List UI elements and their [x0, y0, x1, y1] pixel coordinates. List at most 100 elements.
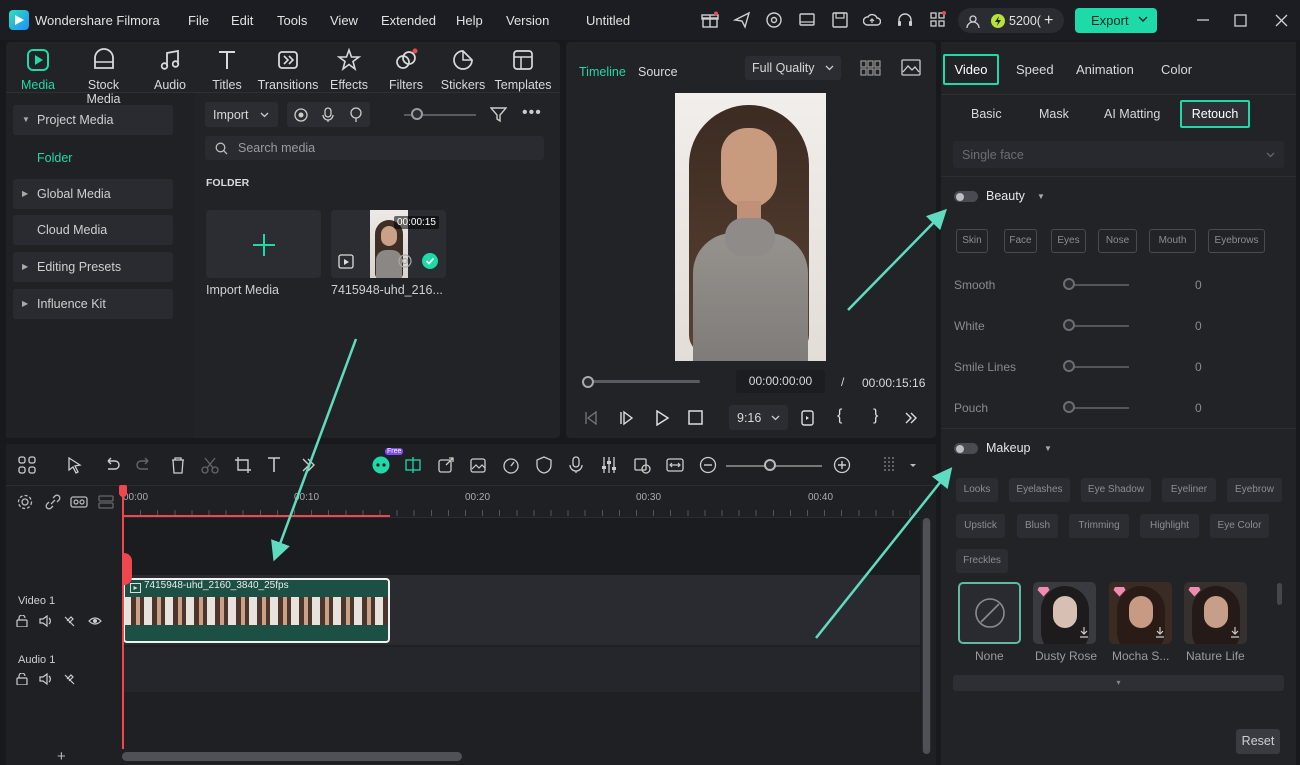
save-icon[interactable] [831, 11, 849, 29]
lock-icon[interactable] [16, 673, 28, 685]
image-edit-icon[interactable] [469, 456, 487, 474]
timeline-settings-icon[interactable] [17, 494, 33, 510]
quality-dropdown[interactable]: Full Quality [745, 56, 841, 80]
filter-icon[interactable] [490, 106, 507, 123]
mute-effects-icon[interactable] [63, 673, 76, 685]
tool-audio[interactable]: Audio [140, 48, 200, 92]
tool-titles[interactable]: Titles [197, 48, 257, 92]
fit-timeline-icon[interactable] [666, 456, 684, 474]
zoom-slider[interactable] [764, 459, 776, 471]
record-icon[interactable] [294, 107, 308, 122]
mute-effects-icon[interactable] [63, 615, 76, 627]
beauty-chip-eyes[interactable]: Eyes [1051, 229, 1086, 253]
mark-out-icon[interactable]: } [873, 407, 878, 425]
aspect-ratio-dropdown[interactable]: 9:16 [729, 405, 788, 430]
motion-track-icon[interactable] [633, 456, 651, 474]
subtab-ai-matting[interactable]: AI Matting [1104, 107, 1160, 121]
sidebar-item-folder[interactable]: Folder [37, 151, 72, 165]
import-media-tile[interactable] [206, 210, 321, 278]
reset-button[interactable]: Reset [1236, 729, 1280, 754]
preset-nature-life[interactable] [1184, 582, 1247, 644]
tab-source[interactable]: Source [638, 65, 678, 79]
cloud-upload-icon[interactable] [863, 11, 881, 29]
unlink-icon[interactable] [45, 494, 61, 510]
delete-icon[interactable] [169, 456, 187, 474]
close-icon[interactable] [1275, 14, 1288, 27]
crop-icon[interactable] [234, 456, 252, 474]
expand-presets-bar[interactable]: ▾ [953, 675, 1284, 691]
makeup-chip-blush[interactable]: Blush [1017, 514, 1058, 538]
makeup-chip-highlight[interactable]: Highlight [1140, 514, 1199, 538]
send-icon[interactable] [733, 11, 751, 29]
mark-in-icon[interactable]: { [837, 407, 842, 425]
menu-tools[interactable]: Tools [277, 13, 307, 28]
white-slider[interactable] [1063, 319, 1075, 331]
sidebar-item-influence-kit[interactable]: ▶ Influence Kit [13, 289, 173, 319]
preset-mocha[interactable] [1109, 582, 1172, 644]
makeup-chip-eyeliner[interactable]: Eyeliner [1162, 478, 1216, 502]
play-next-frame-icon[interactable] [619, 410, 635, 426]
beauty-chip-face[interactable]: Face [1004, 229, 1037, 253]
display-mode-icon[interactable] [801, 410, 814, 426]
auto-beat-icon[interactable] [404, 456, 422, 474]
timeline-vertical-scrollbar[interactable] [922, 518, 931, 754]
menu-help[interactable]: Help [456, 13, 483, 28]
gift-icon[interactable] [701, 11, 719, 29]
tool-filters[interactable]: Filters [376, 48, 436, 92]
playhead-line[interactable] [122, 486, 124, 749]
apps-grid-icon[interactable] [929, 11, 947, 29]
beauty-chip-nose[interactable]: Nose [1098, 229, 1137, 253]
makeup-caret-icon[interactable]: ▼ [1044, 444, 1052, 453]
smooth-slider[interactable] [1063, 278, 1075, 290]
ai-mate-icon[interactable] [371, 455, 391, 475]
playhead-trim-handle[interactable] [122, 553, 132, 585]
stop-icon[interactable] [688, 410, 703, 425]
import-dropdown[interactable]: Import [205, 102, 278, 127]
makeup-chip-eyebrow[interactable]: Eyebrow [1227, 478, 1282, 502]
audio-mixer-icon[interactable] [600, 456, 618, 474]
subtab-mask[interactable]: Mask [1039, 107, 1069, 121]
track-manager-icon[interactable] [98, 494, 114, 510]
video-preview[interactable] [675, 93, 826, 361]
headset-icon[interactable] [896, 11, 914, 29]
track-settings-icon[interactable] [881, 456, 899, 474]
tool-transitions[interactable]: Transitions [256, 48, 320, 92]
sidebar-item-editing-presets[interactable]: ▶ Editing Presets [13, 252, 173, 282]
smile-lines-slider[interactable] [1063, 360, 1075, 372]
beauty-chip-mouth[interactable]: Mouth [1149, 229, 1196, 253]
redo-icon[interactable] [135, 456, 153, 474]
zoom-out-icon[interactable] [699, 456, 717, 474]
preset-scrollbar[interactable] [1277, 583, 1282, 605]
select-tool-icon[interactable] [66, 456, 84, 474]
play-icon[interactable] [654, 410, 670, 426]
split-icon[interactable] [201, 456, 219, 474]
menu-extended[interactable]: Extended [381, 13, 436, 28]
tool-media[interactable]: Media [8, 48, 68, 92]
search-media-input[interactable]: Search media [205, 136, 544, 160]
preset-none[interactable] [958, 582, 1021, 644]
pouch-slider[interactable] [1063, 401, 1075, 413]
add-credits-icon[interactable]: + [1044, 12, 1053, 30]
snapshot-icon[interactable] [901, 59, 921, 76]
makeup-chip-freckles[interactable]: Freckles [956, 549, 1008, 573]
eye-icon[interactable] [88, 616, 102, 626]
makeup-toggle[interactable] [954, 443, 978, 454]
makeup-chip-looks[interactable]: Looks [956, 478, 998, 502]
tab-animation[interactable]: Animation [1076, 62, 1134, 77]
playhead-handle[interactable] [119, 485, 127, 497]
menu-version[interactable]: Version [506, 13, 549, 28]
menu-edit[interactable]: Edit [231, 13, 253, 28]
volume-icon[interactable] [39, 615, 52, 627]
subtab-retouch[interactable]: Retouch [1180, 100, 1250, 128]
more-controls-icon[interactable] [904, 411, 918, 425]
screen-icon[interactable] [798, 11, 816, 29]
layout-icon[interactable] [18, 456, 36, 474]
tool-stickers[interactable]: Stickers [433, 48, 493, 92]
makeup-chip-trimming[interactable]: Trimming [1069, 514, 1129, 538]
menu-file[interactable]: File [188, 13, 209, 28]
beauty-chip-eyebrows[interactable]: Eyebrows [1208, 229, 1265, 253]
mask-icon[interactable] [535, 456, 553, 474]
subtab-basic[interactable]: Basic [971, 107, 1002, 121]
tab-video[interactable]: Video [943, 54, 999, 85]
voiceover-icon[interactable] [349, 107, 363, 122]
